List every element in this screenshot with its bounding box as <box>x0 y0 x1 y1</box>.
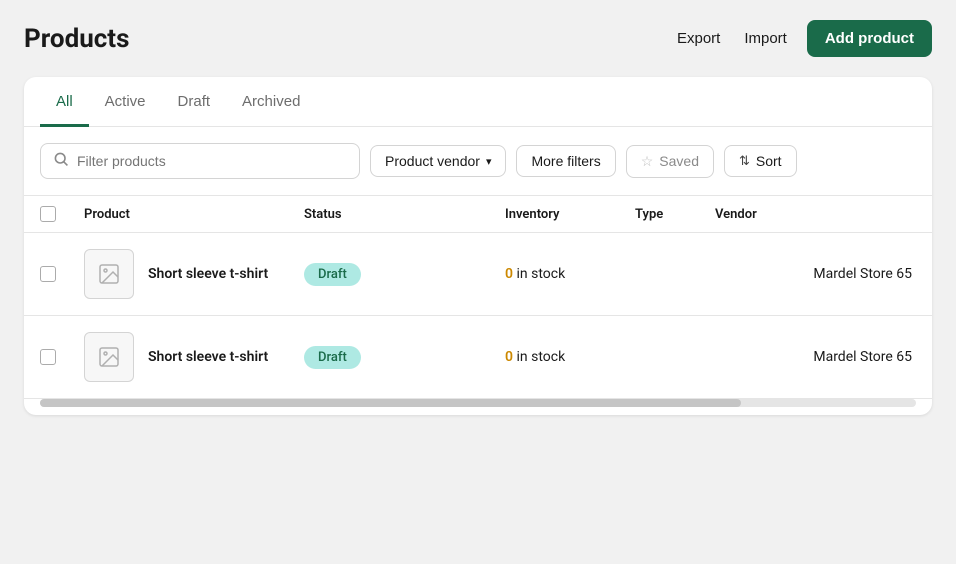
row2-product-cell: Short sleeve t-shirt <box>84 332 304 382</box>
col-product: Product <box>84 207 304 222</box>
row1-status-cell: Draft <box>304 263 505 286</box>
import-button[interactable]: Import <box>740 22 791 55</box>
search-wrapper <box>40 143 360 179</box>
sort-label: Sort <box>756 153 782 169</box>
row1-status-badge: Draft <box>304 263 361 286</box>
page-header: Products Export Import Add product <box>24 20 932 57</box>
row2-inventory-cell: 0 in stock <box>505 349 635 365</box>
row2-product-name: Short sleeve t-shirt <box>148 349 268 365</box>
row1-inventory-cell: 0 in stock <box>505 266 635 282</box>
product-vendor-label: Product vendor <box>385 153 480 169</box>
tab-active[interactable]: Active <box>89 77 162 127</box>
filters-row: Product vendor ▾ More filters ☆ Saved ⇅ … <box>24 127 932 196</box>
row1-product-cell: Short sleeve t-shirt <box>84 249 304 299</box>
select-all-checkbox[interactable] <box>40 206 56 222</box>
col-status: Status <box>304 207 505 222</box>
row2-vendor-cell: Mardel Store 65 <box>715 349 916 365</box>
col-inventory: Inventory <box>505 207 635 222</box>
saved-button[interactable]: ☆ Saved <box>626 145 714 178</box>
row2-status-cell: Draft <box>304 346 505 369</box>
row2-inventory-zero: 0 <box>505 349 513 365</box>
table-row: Short sleeve t-shirt Draft 0 in stock Ma… <box>24 233 932 316</box>
header-actions: Export Import Add product <box>673 20 932 57</box>
horizontal-scrollbar[interactable] <box>40 399 916 407</box>
more-filters-label: More filters <box>531 153 600 169</box>
tabs-bar: All Active Draft Archived <box>24 77 932 127</box>
row2-product-thumbnail <box>84 332 134 382</box>
chevron-down-icon: ▾ <box>486 155 492 168</box>
export-button[interactable]: Export <box>673 22 724 55</box>
tab-archived[interactable]: Archived <box>226 77 316 127</box>
scrollbar-thumb <box>40 399 741 407</box>
row1-checkbox-wrap <box>40 266 84 282</box>
page-title: Products <box>24 24 129 54</box>
search-input[interactable] <box>77 153 347 169</box>
row1-product-thumbnail <box>84 249 134 299</box>
products-card: All Active Draft Archived Product vendor… <box>24 77 932 415</box>
table-header: Product Status Inventory Type Vendor <box>24 196 932 233</box>
product-vendor-filter-button[interactable]: Product vendor ▾ <box>370 145 506 177</box>
search-icon <box>53 151 69 171</box>
saved-label: Saved <box>659 153 699 169</box>
row2-inventory-label: in stock <box>516 349 565 365</box>
row2-status-badge: Draft <box>304 346 361 369</box>
tab-all[interactable]: All <box>40 77 89 127</box>
row2-checkbox-wrap <box>40 349 84 365</box>
tab-draft[interactable]: Draft <box>162 77 227 127</box>
star-icon: ☆ <box>641 153 654 170</box>
row1-product-name: Short sleeve t-shirt <box>148 266 268 282</box>
table-row: Short sleeve t-shirt Draft 0 in stock Ma… <box>24 316 932 399</box>
add-product-button[interactable]: Add product <box>807 20 932 57</box>
row1-inventory-label: in stock <box>516 266 565 282</box>
row1-checkbox[interactable] <box>40 266 56 282</box>
row2-checkbox[interactable] <box>40 349 56 365</box>
col-vendor: Vendor <box>715 207 916 222</box>
sort-button[interactable]: ⇅ Sort <box>724 145 797 177</box>
row1-vendor-cell: Mardel Store 65 <box>715 266 916 282</box>
col-type: Type <box>635 207 715 222</box>
sort-arrows-icon: ⇅ <box>739 153 750 169</box>
row1-inventory-zero: 0 <box>505 266 513 282</box>
header-checkbox-wrap <box>40 206 84 222</box>
more-filters-button[interactable]: More filters <box>516 145 615 177</box>
